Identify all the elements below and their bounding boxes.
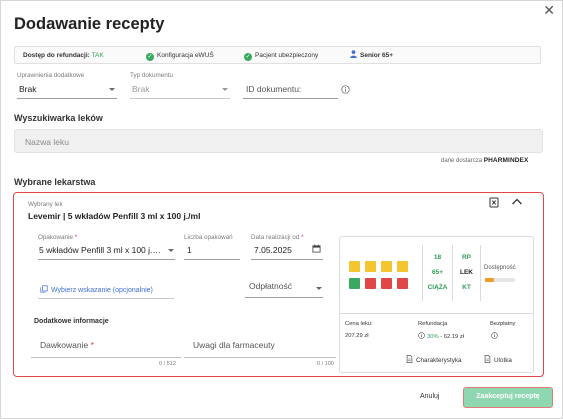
indication-underline bbox=[38, 298, 174, 299]
refund-label: Refundacja bbox=[418, 321, 448, 327]
info-icon[interactable] bbox=[491, 332, 498, 339]
notes-counter: 0 / 100 bbox=[317, 361, 334, 367]
lek-label: LEK bbox=[460, 269, 473, 276]
typ-dokumentu-select[interactable]: Brak bbox=[130, 82, 230, 99]
age-65-label: 65+ bbox=[431, 269, 444, 276]
document-icon bbox=[484, 355, 491, 363]
price-value: 207.29 zł bbox=[345, 333, 369, 339]
check-icon: ✓ bbox=[146, 53, 154, 61]
info-icon[interactable] bbox=[341, 85, 350, 94]
chevron-down-icon bbox=[109, 88, 115, 91]
id-dokumentu-input[interactable]: ID dokumentu: bbox=[243, 82, 338, 99]
count-label: Liczba opakowań bbox=[184, 234, 233, 241]
interaction-icon-3 bbox=[381, 278, 392, 289]
package-select[interactable]: 5 wkładów Penfill 3 ml x 100 j./ml bbox=[38, 243, 175, 260]
close-icon[interactable]: ✕ bbox=[543, 2, 555, 19]
info-icon[interactable] bbox=[418, 332, 425, 339]
kt-label: KT bbox=[462, 284, 471, 291]
selected-section-title: Wybrane lekarstwa bbox=[14, 177, 96, 187]
chevron-down-icon bbox=[168, 249, 174, 252]
refund-access-label: Dostęp do refundacji: bbox=[23, 52, 90, 59]
interaction-icon-4 bbox=[397, 278, 408, 289]
patient-status-bar: Dostęp do refundacji: TAK ✓ Konfiguracja … bbox=[14, 46, 541, 64]
cancel-button[interactable]: Anuluj bbox=[420, 393, 439, 400]
person-icon bbox=[350, 50, 357, 58]
package-label: Opakowanie * bbox=[38, 234, 78, 241]
chevron-down-icon bbox=[222, 88, 228, 91]
check-icon: ✓ bbox=[244, 53, 252, 61]
senior-status: Senior 65+ bbox=[350, 47, 393, 65]
calendar-icon[interactable] bbox=[312, 244, 321, 253]
warning-icon-4 bbox=[397, 261, 408, 272]
availability-label: Dostępność bbox=[484, 265, 516, 271]
refund-percent: 30% bbox=[427, 334, 439, 340]
drug-name: Levemir | 5 wkładów Penfill 3 ml x 100 j… bbox=[28, 211, 201, 221]
characteristics-link[interactable]: Charakterystyka bbox=[406, 355, 462, 364]
dosage-input[interactable]: Dawkowanie * bbox=[31, 333, 181, 358]
chevron-up-icon[interactable] bbox=[511, 197, 523, 207]
warning-icon-1 bbox=[349, 261, 360, 272]
date-value: 7.05.2025 bbox=[254, 245, 292, 255]
dosage-counter: 0 / 512 bbox=[159, 361, 176, 367]
drug-search-input[interactable]: Nazwa leku bbox=[14, 129, 543, 153]
date-label: Data realizacji od * bbox=[251, 234, 304, 241]
drug-search-placeholder: Nazwa leku bbox=[25, 137, 69, 147]
prescription-dialog: Dodawanie recepty ✕ Dostęp do refundacji… bbox=[0, 0, 563, 419]
ewus-label: Konfiguracja eWUŚ bbox=[157, 52, 214, 59]
pharmacist-notes-input[interactable]: Uwagi dla farmaceuty bbox=[184, 333, 336, 358]
rp-label: RP bbox=[461, 254, 472, 261]
remove-drug-icon[interactable] bbox=[489, 197, 499, 208]
payment-placeholder: Odpłatność bbox=[249, 281, 292, 291]
typ-dokumentu-value: Brak bbox=[132, 84, 150, 94]
accept-prescription-button[interactable]: Zaakceptuj receptę bbox=[463, 387, 553, 408]
additional-info-title: Dodatkowe informacje bbox=[34, 318, 109, 325]
card-label: Wybrany lek bbox=[28, 201, 63, 208]
uprawnienia-label: Uprawnienia dodatkowe bbox=[17, 72, 85, 79]
document-icon bbox=[406, 355, 413, 363]
refund-amount: - 62.19 zł bbox=[440, 334, 465, 340]
count-value: 1 bbox=[187, 245, 192, 255]
interaction-icon-2 bbox=[365, 278, 376, 289]
ewus-status: ✓ Konfiguracja eWUŚ bbox=[146, 47, 214, 65]
leaflet-link[interactable]: Ulotka bbox=[484, 355, 512, 364]
provider-text: dane dostarcza bbox=[441, 158, 483, 164]
package-value: 5 wkładów Penfill 3 ml x 100 j./ml bbox=[39, 245, 163, 255]
search-section-title: Wyszukiwarka leków bbox=[14, 113, 103, 123]
chevron-down-icon bbox=[316, 287, 322, 290]
senior-label: Senior 65+ bbox=[360, 52, 394, 59]
typ-dokumentu-label: Typ dokumentu bbox=[130, 72, 174, 79]
refund-value: 30% - 62.19 zł bbox=[418, 332, 464, 340]
pharmindex-logo: PHARMINDEX bbox=[483, 157, 529, 164]
data-provider: dane dostarcza PHARMINDEX bbox=[441, 157, 528, 164]
free-label: Bezpłatny bbox=[490, 321, 516, 327]
dosage-placeholder: Dawkowanie * bbox=[40, 340, 94, 350]
refund-access-status: Dostęp do refundacji: TAK bbox=[23, 47, 104, 65]
age-18-label: 18 bbox=[433, 254, 442, 261]
interaction-icon-1 bbox=[349, 278, 360, 289]
price-label: Cena leku: bbox=[345, 321, 373, 327]
refund-access-value: TAK bbox=[91, 52, 104, 59]
insured-status: ✓ Pacjent ubezpieczony bbox=[244, 47, 318, 65]
id-dokumentu-placeholder: ID dokumentu: bbox=[246, 84, 302, 94]
select-indication-link[interactable]: Wybierz wskazanie (opcjonalnie) bbox=[40, 285, 153, 294]
count-input[interactable]: 1 bbox=[184, 243, 240, 260]
copy-icon bbox=[40, 285, 48, 293]
date-input[interactable]: 7.05.2025 bbox=[251, 243, 323, 260]
availability-fill bbox=[485, 278, 494, 282]
notes-placeholder: Uwagi dla farmaceuty bbox=[193, 340, 275, 350]
dialog-title: Dodawanie recepty bbox=[14, 15, 165, 33]
payment-select[interactable]: Odpłatność bbox=[245, 277, 323, 298]
indication-link-text: Wybierz wskazanie (opcjonalnie) bbox=[51, 287, 153, 294]
uprawnienia-value: Brak bbox=[19, 84, 37, 94]
drug-info-panel: 18 65+ CIĄŻA RP LEK KT Dostępność Cena l… bbox=[339, 236, 534, 373]
availability-bar bbox=[485, 278, 515, 282]
pregnancy-label: CIĄŻA bbox=[427, 284, 448, 291]
insured-label: Pacjent ubezpieczony bbox=[255, 52, 319, 59]
warning-icon-3 bbox=[381, 261, 392, 272]
warning-icon-2 bbox=[365, 261, 376, 272]
uprawnienia-select[interactable]: Brak bbox=[17, 82, 117, 99]
